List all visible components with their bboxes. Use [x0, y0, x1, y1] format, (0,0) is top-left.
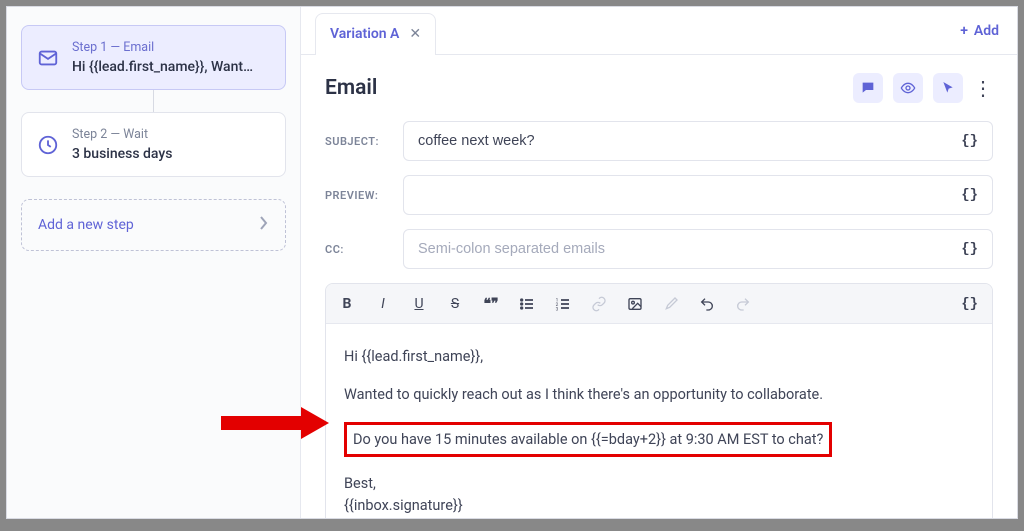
chevron-right-icon — [259, 216, 269, 234]
step-label: Step 1 — Email — [72, 40, 253, 55]
variation-tabbar: Variation A ✕ + Add — [301, 7, 1017, 55]
add-variation-button[interactable]: + Add — [960, 7, 999, 54]
plus-icon: + — [960, 23, 968, 39]
numbered-list-button[interactable]: 123 — [552, 293, 574, 315]
step-connector — [153, 90, 154, 112]
variables-button[interactable]: {} — [957, 183, 982, 207]
body-line: Wanted to quickly reach out as I think t… — [344, 384, 974, 406]
subject-input[interactable] — [418, 133, 957, 149]
tab-variation-a[interactable]: Variation A ✕ — [315, 13, 436, 54]
image-button[interactable] — [624, 293, 646, 315]
chat-icon[interactable] — [853, 73, 883, 103]
cc-label: CC: — [325, 243, 385, 256]
main-pane: Variation A ✕ + Add Email — [301, 7, 1017, 518]
more-menu-icon[interactable]: ⋮ — [973, 73, 993, 103]
app-frame: Step 1 — Email Hi {{lead.first_name}}, W… — [6, 6, 1018, 519]
undo-button[interactable] — [696, 293, 718, 315]
add-label: Add — [974, 23, 999, 39]
editor-content: Email ⋮ SUBJECT: — [301, 55, 1017, 518]
brush-button[interactable] — [660, 293, 682, 315]
bold-button[interactable]: B — [336, 293, 358, 315]
strike-button[interactable]: S — [444, 293, 466, 315]
pointer-icon[interactable] — [933, 73, 963, 103]
redo-button[interactable] — [732, 293, 754, 315]
underline-button[interactable]: U — [408, 293, 430, 315]
sequence-step-2[interactable]: Step 2 — Wait 3 business days — [21, 112, 286, 177]
bullet-list-button[interactable] — [516, 293, 538, 315]
heading-actions: ⋮ — [853, 73, 993, 103]
variables-button[interactable]: {} — [957, 292, 982, 316]
envelope-icon — [37, 47, 59, 69]
editor-body[interactable]: Hi {{lead.first_name}}, Wanted to quickl… — [326, 324, 992, 518]
add-step-label: Add a new step — [38, 217, 134, 233]
eye-icon[interactable] — [893, 73, 923, 103]
step-label: Step 2 — Wait — [72, 127, 172, 142]
body-line: Best, {{inbox.signature}} — [344, 473, 974, 517]
italic-button[interactable]: I — [372, 293, 394, 315]
svg-text:3: 3 — [556, 306, 559, 311]
cc-input[interactable] — [418, 241, 957, 257]
page-title: Email — [325, 76, 377, 100]
variables-button[interactable]: {} — [957, 237, 982, 261]
quote-button[interactable]: ❝❞ — [480, 293, 502, 315]
clock-icon — [37, 134, 59, 156]
body-editor: B I U S ❝❞ 123 — [325, 283, 993, 518]
preview-label: PREVIEW: — [325, 189, 385, 202]
step-title: 3 business days — [72, 146, 172, 162]
step-title: Hi {{lead.first_name}}, Want… — [72, 59, 253, 75]
close-icon[interactable]: ✕ — [409, 26, 421, 42]
tab-label: Variation A — [330, 26, 399, 42]
subject-label: SUBJECT: — [325, 135, 385, 148]
body-line: Do you have 15 minutes available on {{=b… — [353, 431, 823, 448]
editor-toolbar: B I U S ❝❞ 123 — [326, 284, 992, 324]
variables-button[interactable]: {} — [957, 129, 982, 153]
body-line: Hi {{lead.first_name}}, — [344, 346, 974, 368]
sequence-sidebar: Step 1 — Email Hi {{lead.first_name}}, W… — [7, 7, 301, 518]
add-step-button[interactable]: Add a new step — [21, 199, 286, 251]
preview-input[interactable] — [418, 187, 957, 203]
sequence-step-1[interactable]: Step 1 — Email Hi {{lead.first_name}}, W… — [21, 25, 286, 90]
link-button[interactable] — [588, 293, 610, 315]
annotation-highlight: Do you have 15 minutes available on {{=b… — [344, 422, 832, 458]
